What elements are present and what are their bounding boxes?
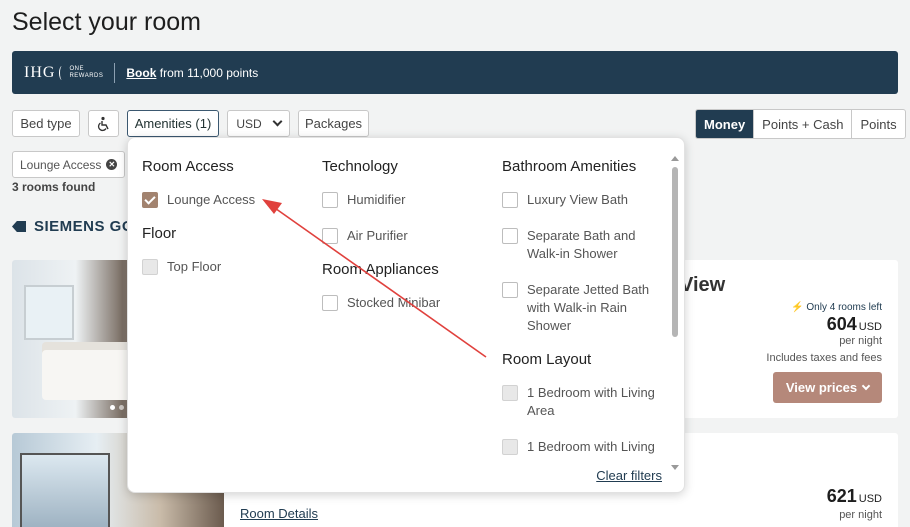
availability-badge: ⚡ Only 4 rooms left: [790, 302, 882, 313]
flame-icon: [59, 65, 65, 80]
option-humidifier[interactable]: Humidifier: [322, 191, 492, 209]
room-access-column: Room Access Lounge Access Floor Top Floo…: [142, 158, 312, 294]
room-price: 604 USD: [826, 314, 882, 334]
option-jetted-bath-rain-shower[interactable]: Separate Jetted Bath with Walk-in Rain S…: [502, 281, 662, 335]
checkbox-disabled[interactable]: [502, 385, 518, 401]
checkbox[interactable]: [322, 295, 338, 311]
checkbox[interactable]: [322, 192, 338, 208]
view-prices-button[interactable]: View prices: [773, 372, 882, 403]
scroll-thumb[interactable]: [672, 167, 678, 337]
checkbox[interactable]: [502, 192, 518, 208]
room-details-link[interactable]: Room Details: [240, 506, 318, 521]
banner-divider: [114, 62, 116, 83]
packages-filter[interactable]: Packages: [298, 110, 369, 137]
option-lounge-access[interactable]: Lounge Access: [142, 191, 312, 209]
room-layout-heading: Room Layout: [502, 351, 592, 368]
accessible-filter[interactable]: [88, 110, 119, 137]
book-link[interactable]: Book: [126, 66, 156, 80]
lightning-icon: ⚡: [790, 302, 804, 313]
option-1-bedroom-living[interactable]: 1 Bedroom with Living: [502, 438, 662, 456]
technology-heading: Technology: [322, 158, 398, 175]
clear-filters-link[interactable]: Clear filters: [596, 468, 662, 483]
ihg-logo: IHG ONE REWARDS: [24, 63, 104, 81]
bathroom-heading: Bathroom Amenities: [502, 158, 637, 175]
taxes-note: Includes taxes and fees: [766, 352, 882, 364]
chevron-down-icon: [861, 381, 871, 390]
tag-icon: [12, 221, 26, 232]
page-title: Select your room: [12, 8, 201, 36]
option-luxury-view-bath[interactable]: Luxury View Bath: [502, 191, 662, 209]
option-1-bedroom-living-area[interactable]: 1 Bedroom with Living Area: [502, 384, 662, 420]
chevron-down-icon: [272, 116, 283, 127]
option-separate-bath-shower[interactable]: Separate Bath and Walk-in Shower: [502, 227, 662, 263]
option-stocked-minibar[interactable]: Stocked Minibar: [322, 294, 492, 312]
option-top-floor[interactable]: Top Floor: [142, 258, 312, 276]
checkbox-disabled[interactable]: [502, 439, 518, 455]
amenities-filter[interactable]: Amenities (1): [127, 110, 219, 137]
checkbox[interactable]: [502, 228, 518, 244]
checkbox[interactable]: [502, 282, 518, 298]
option-air-purifier[interactable]: Air Purifier: [322, 227, 492, 245]
per-night: per night: [839, 509, 882, 521]
payment-toggle: Money Points + Cash Points: [695, 109, 906, 139]
rooms-found: 3 rooms found: [12, 180, 96, 194]
per-night: per night: [839, 335, 882, 347]
currency-select[interactable]: USD: [227, 110, 290, 137]
bathroom-column: Bathroom Amenities Luxury View Bath Sepa…: [502, 158, 662, 474]
amenities-dropdown: Room Access Lounge Access Floor Top Floo…: [127, 137, 685, 493]
payment-points[interactable]: Points: [851, 110, 904, 138]
banner-book-text: Book from 11,000 points: [126, 65, 259, 80]
floor-heading: Floor: [142, 225, 177, 242]
carousel-dots: [110, 405, 124, 410]
checkbox-checked[interactable]: [142, 192, 158, 208]
bed-type-filter[interactable]: Bed type: [12, 110, 80, 137]
room-name: View: [680, 274, 726, 296]
ihg-rewards-banner: IHG ONE REWARDS Book from 11,000 points: [12, 51, 898, 94]
checkbox-disabled[interactable]: [142, 259, 158, 275]
room-appliances-heading: Room Appliances: [322, 261, 439, 278]
payment-points-cash[interactable]: Points + Cash: [753, 110, 851, 138]
active-filter-chip[interactable]: Lounge Access ✕: [12, 151, 126, 178]
technology-column: Technology Humidifier Air Purifier Room …: [322, 158, 492, 330]
room-access-heading: Room Access: [142, 158, 234, 175]
wheelchair-icon: [97, 116, 109, 131]
checkbox[interactable]: [322, 228, 338, 244]
payment-money[interactable]: Money: [696, 110, 754, 138]
hotel-name: SIEMENS GO: [12, 218, 134, 235]
remove-chip-icon[interactable]: ✕: [106, 159, 118, 170]
scroll-down-icon[interactable]: [671, 465, 679, 470]
scroll-up-icon[interactable]: [671, 156, 679, 161]
dropdown-scrollbar[interactable]: [671, 156, 679, 470]
room-price: 621 USD: [826, 486, 882, 506]
